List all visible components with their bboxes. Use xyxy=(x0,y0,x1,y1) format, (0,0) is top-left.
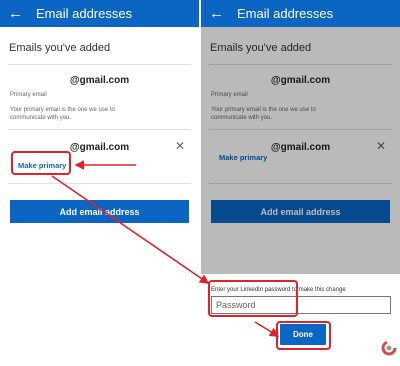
highlight-make-primary xyxy=(11,151,71,175)
primary-email-description: Your primary email is the one we use to … xyxy=(10,107,115,121)
back-arrow-icon[interactable]: ← xyxy=(8,0,30,27)
close-x-icon[interactable]: ✕ xyxy=(175,139,185,153)
app-bar: ← Email addresses xyxy=(0,0,199,27)
logo-icon xyxy=(381,340,397,356)
primary-email-label: Primary email xyxy=(10,92,47,98)
add-email-button[interactable]: Add email address xyxy=(10,200,189,223)
highlight-done-button xyxy=(276,321,331,350)
email-settings-screen: ← Email addresses Emails you've added @g… xyxy=(0,0,199,366)
modal-overlay xyxy=(201,27,400,274)
divider xyxy=(8,183,191,184)
primary-email-card: @gmail.com Primary email Your primary em… xyxy=(0,65,199,129)
section-title: Emails you've added xyxy=(9,42,111,54)
app-bar-title: Email addresses xyxy=(237,6,334,21)
back-arrow-icon[interactable]: ← xyxy=(209,0,231,27)
highlight-password-field xyxy=(208,280,298,317)
primary-email-address: @gmail.com xyxy=(69,75,130,86)
app-bar-title: Email addresses xyxy=(36,6,133,21)
app-bar: ← Email addresses xyxy=(201,0,400,27)
